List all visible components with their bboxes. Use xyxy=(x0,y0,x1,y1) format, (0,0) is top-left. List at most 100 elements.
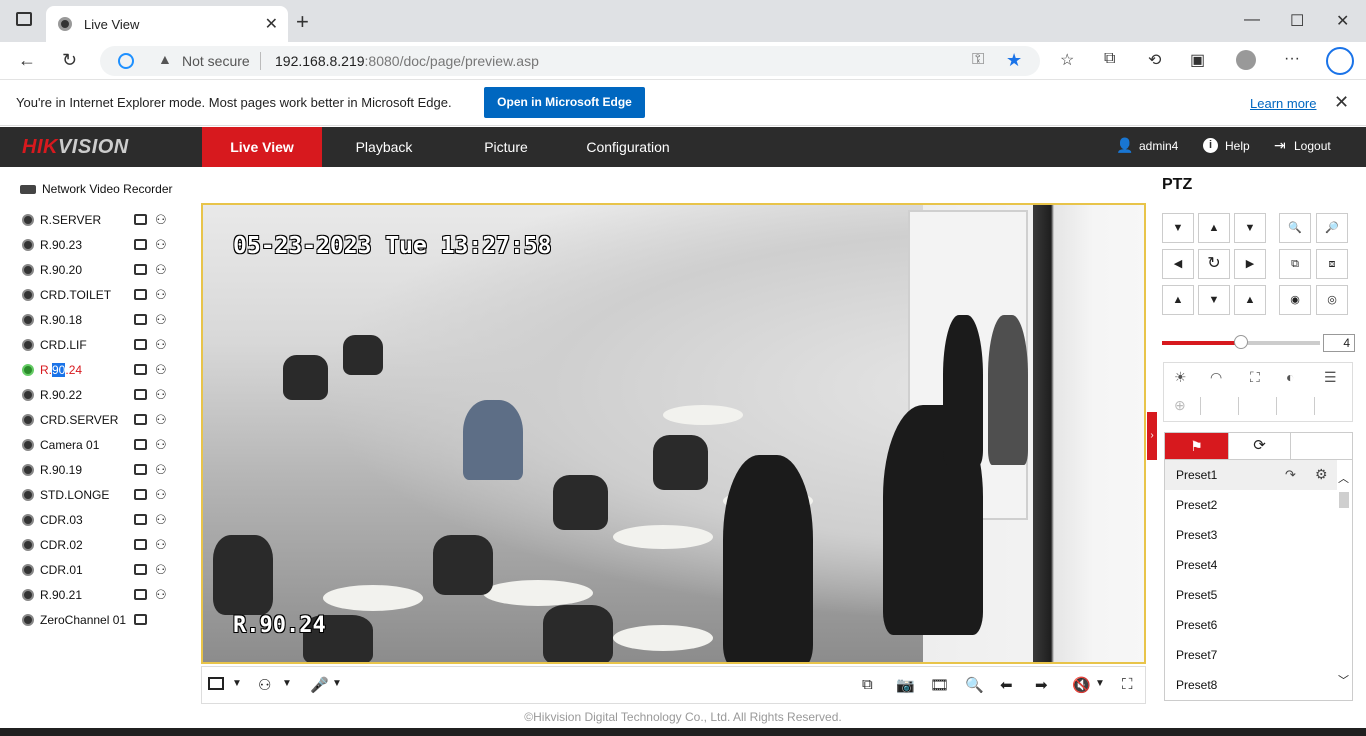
start-live-view-icon[interactable] xyxy=(134,364,147,375)
tab-configuration[interactable]: Configuration xyxy=(568,127,688,167)
start-live-view-icon[interactable] xyxy=(134,414,147,425)
collapse-panel-handle[interactable]: › xyxy=(1147,412,1157,460)
tab-live-view[interactable]: Live View xyxy=(202,127,322,167)
iris-open-button[interactable]: ◉ xyxy=(1279,285,1311,315)
tree-camera-item[interactable]: ZeroChannel 01 xyxy=(22,610,182,630)
preset-item[interactable]: Preset8 xyxy=(1165,670,1337,700)
tree-camera-item[interactable]: STD.LONGE ⚇ xyxy=(22,485,182,505)
new-tab-icon[interactable]: + xyxy=(296,9,309,35)
tree-camera-item[interactable]: R.90.24 ⚇ xyxy=(22,360,182,380)
next-page-icon[interactable]: ➡ xyxy=(1035,676,1048,694)
tree-camera-item[interactable]: CRD.LIF ⚇ xyxy=(22,335,182,355)
stream-select-icon[interactable]: ⚇ xyxy=(155,337,167,353)
focus-far-button[interactable]: ⧈ xyxy=(1316,249,1348,279)
auxiliary-focus-icon[interactable]: ⛶ xyxy=(1250,369,1260,386)
banner-close-icon[interactable]: ✕ xyxy=(1334,92,1349,113)
fullscreen-icon[interactable]: ⛶ xyxy=(1122,676,1133,693)
pan-down-left-button[interactable]: ▲ xyxy=(1162,285,1194,315)
start-live-view-icon[interactable] xyxy=(134,464,147,475)
tab-close-icon[interactable]: ✕ xyxy=(265,14,278,34)
tree-camera-item[interactable]: CDR.03 ⚇ xyxy=(22,510,182,530)
stream-select-icon[interactable]: ⚇ xyxy=(155,212,167,228)
back-icon[interactable]: ← xyxy=(18,50,36,71)
stream-select-icon[interactable]: ⚇ xyxy=(155,537,167,553)
preset-item[interactable]: Preset4 xyxy=(1165,550,1337,580)
start-live-view-icon[interactable] xyxy=(134,439,147,450)
tab-playback[interactable]: Playback xyxy=(324,127,444,167)
tab-picture[interactable]: Picture xyxy=(446,127,566,167)
url-field[interactable]: ▲ Not secure 192.168.8.219:8080/doc/page… xyxy=(100,46,1040,76)
lens-init-icon[interactable]: ◐ xyxy=(1286,369,1294,385)
pan-right-button[interactable]: ▶ xyxy=(1234,249,1266,279)
preset-item[interactable]: Preset2 xyxy=(1165,490,1337,520)
start-live-view-icon[interactable] xyxy=(134,614,147,625)
preset-item[interactable]: Preset3 xyxy=(1165,520,1337,550)
start-live-view-icon[interactable] xyxy=(134,489,147,500)
preset-item[interactable]: Preset7 xyxy=(1165,640,1337,670)
stream-select-icon[interactable]: ⚇ xyxy=(155,512,167,528)
profile-avatar[interactable] xyxy=(1236,50,1256,70)
audio-dropdown-icon[interactable]: ▼ xyxy=(1095,678,1105,689)
learn-more-link[interactable]: Learn more xyxy=(1250,96,1316,111)
tree-camera-item[interactable]: R.SERVER ⚇ xyxy=(22,210,182,230)
start-live-view-icon[interactable] xyxy=(134,589,147,600)
maximize-icon[interactable]: ☐ xyxy=(1290,11,1304,31)
tab-actions-icon[interactable] xyxy=(16,12,32,26)
pan-left-button[interactable]: ◀ xyxy=(1162,249,1194,279)
tab-preset-flag-icon[interactable]: ⚑ xyxy=(1165,433,1228,459)
logout-link[interactable]: Logout xyxy=(1294,139,1331,153)
menu-lines-icon[interactable]: ☰ xyxy=(1324,369,1337,386)
focus-near-button[interactable]: ⧉ xyxy=(1279,249,1311,279)
audio-muted-icon[interactable]: 🔇 xyxy=(1072,676,1091,694)
stream-select-icon[interactable]: ⚇ xyxy=(155,362,167,378)
help-link[interactable]: Help xyxy=(1225,139,1250,153)
start-live-view-icon[interactable] xyxy=(134,264,147,275)
downloads-icon[interactable]: ▣ xyxy=(1190,50,1205,70)
record-icon[interactable]: 🎞 xyxy=(930,676,949,694)
stream-select-icon[interactable]: ⚇ xyxy=(155,462,167,478)
stream-select-icon[interactable]: ⚇ xyxy=(155,437,167,453)
scroll-down-icon[interactable]: ﹀ xyxy=(1338,672,1349,688)
pan-up-right-button[interactable]: ▼ xyxy=(1234,213,1266,243)
tree-camera-item[interactable]: R.90.20 ⚇ xyxy=(22,260,182,280)
ie-mode-icon[interactable] xyxy=(118,53,134,69)
previous-page-icon[interactable]: ⬅ xyxy=(1000,676,1013,694)
preset-item[interactable]: Preset6 xyxy=(1165,610,1337,640)
preset-item[interactable]: Preset5 xyxy=(1165,580,1337,610)
window-close-icon[interactable]: ✕ xyxy=(1336,11,1349,31)
stream-icon[interactable]: ⚇ xyxy=(258,676,271,694)
stream-select-icon[interactable]: ⚇ xyxy=(155,312,167,328)
tree-camera-item[interactable]: CDR.01 ⚇ xyxy=(22,560,182,580)
stream-dropdown-icon[interactable]: ▼ xyxy=(282,678,292,689)
pan-down-button[interactable]: ▼ xyxy=(1198,285,1230,315)
security-label[interactable]: Not secure xyxy=(182,53,250,69)
zoom-icon[interactable]: 🔍 xyxy=(965,676,984,694)
browser-tab[interactable]: Live View ✕ xyxy=(46,6,288,42)
window-layout-icon[interactable] xyxy=(208,677,224,690)
stream-select-icon[interactable]: ⚇ xyxy=(155,237,167,253)
zoom-out-button[interactable]: 🔍 xyxy=(1279,213,1311,243)
menu-icon[interactable]: ··· xyxy=(1284,50,1300,68)
pan-up-button[interactable]: ▲ xyxy=(1198,213,1230,243)
stream-select-icon[interactable]: ⚇ xyxy=(155,487,167,503)
tree-camera-item[interactable]: R.90.21 ⚇ xyxy=(22,585,182,605)
speed-slider-handle[interactable] xyxy=(1234,335,1248,349)
stream-select-icon[interactable]: ⚇ xyxy=(155,387,167,403)
start-live-view-icon[interactable] xyxy=(134,289,147,300)
start-live-view-icon[interactable] xyxy=(134,389,147,400)
tree-camera-item[interactable]: R.90.23 ⚇ xyxy=(22,235,182,255)
auto-scan-button[interactable]: ↻ xyxy=(1198,249,1230,279)
tree-root[interactable]: Network Video Recorder xyxy=(20,182,173,196)
pan-down-right-button[interactable]: ▲ xyxy=(1234,285,1266,315)
ptz-speed-value[interactable]: 4 xyxy=(1323,334,1355,352)
live-video-view[interactable]: 05-23-2023 Tue 13:27:58 R.90.24 xyxy=(201,203,1146,664)
tree-camera-item[interactable]: CRD.TOILET ⚇ xyxy=(22,285,182,305)
key-icon[interactable]: ⚿ xyxy=(972,51,984,69)
favorite-star-icon[interactable]: ★ xyxy=(1006,50,1022,71)
pan-up-left-button[interactable]: ▼ xyxy=(1162,213,1194,243)
set-preset-gear-icon[interactable]: ⚙ xyxy=(1315,466,1328,483)
stream-select-icon[interactable]: ⚇ xyxy=(155,287,167,303)
call-preset-icon[interactable]: ↷ xyxy=(1285,467,1296,483)
start-live-view-icon[interactable] xyxy=(134,564,147,575)
favorites-icon[interactable]: ☆ xyxy=(1060,50,1074,70)
